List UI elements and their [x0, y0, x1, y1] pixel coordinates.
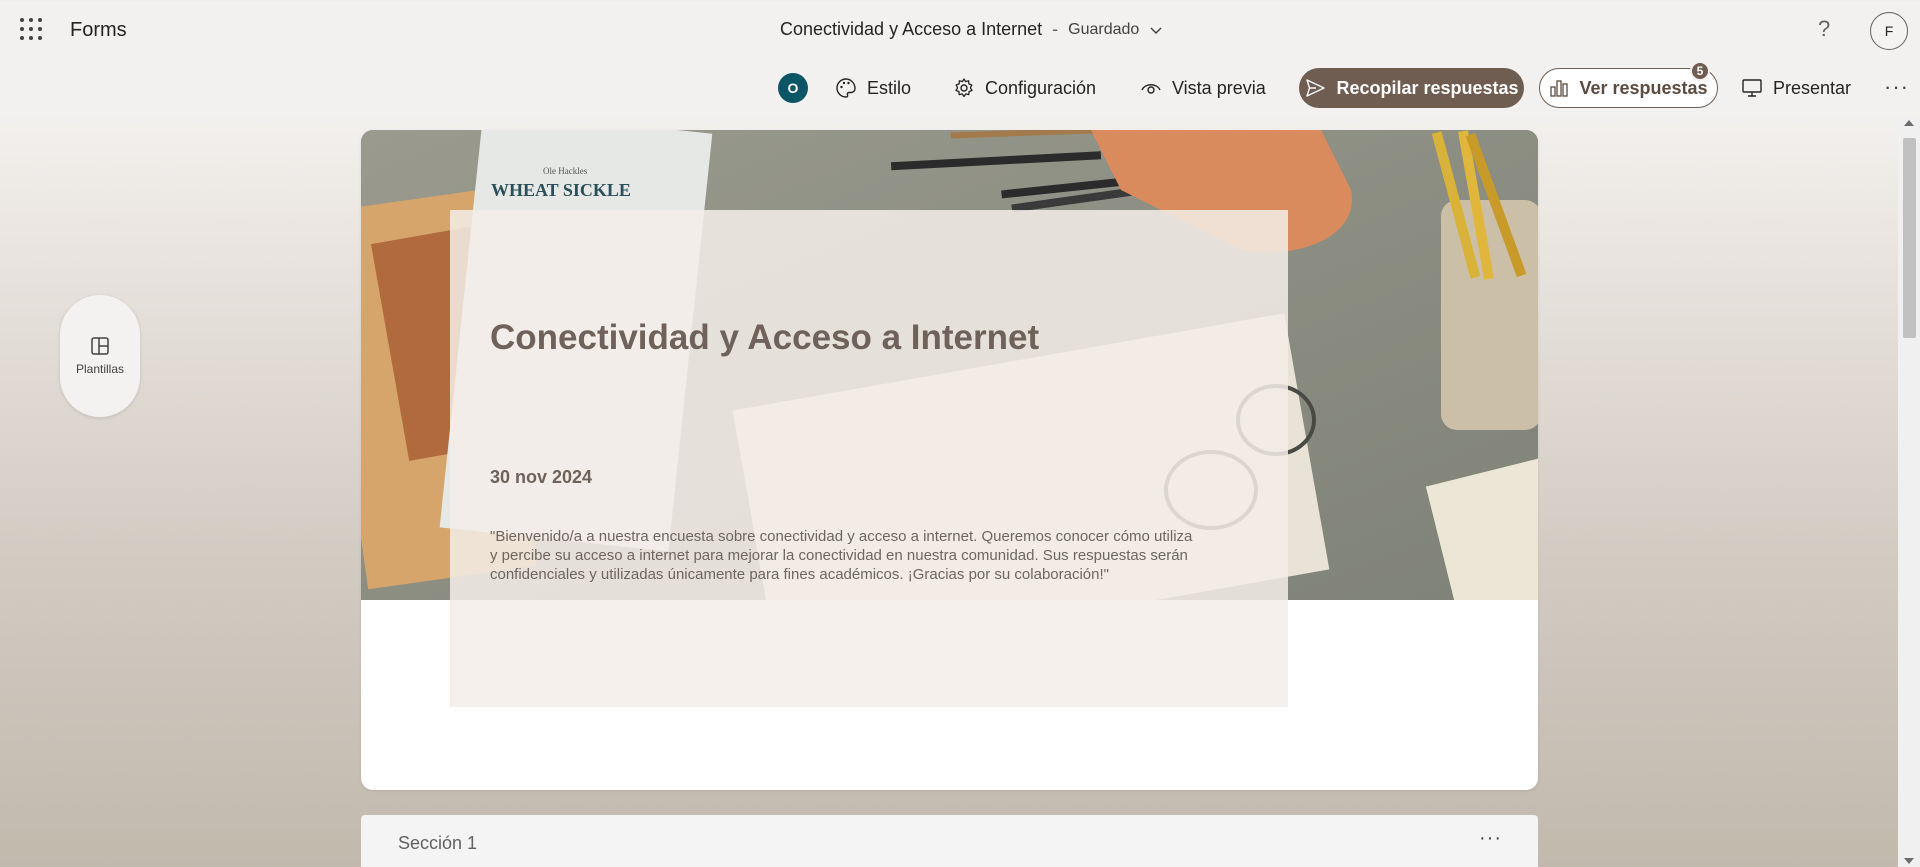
header-overlay — [450, 210, 1288, 707]
title-separator: - — [1052, 19, 1059, 39]
app-name[interactable]: Forms — [70, 19, 127, 42]
section-more-icon[interactable]: ··· — [1479, 827, 1502, 850]
scroll-up-icon[interactable] — [1904, 120, 1914, 126]
style-button[interactable]: Estilo — [835, 67, 911, 109]
chart-icon — [1550, 80, 1569, 97]
templates-label: Plantillas — [75, 362, 125, 376]
templates-button[interactable]: Plantillas — [60, 295, 140, 417]
form-date[interactable]: 30 nov 2024 — [490, 467, 592, 488]
user-avatar[interactable]: F — [1870, 12, 1908, 50]
present-label: Presentar — [1773, 77, 1852, 98]
document-title: Conectividad y Acceso a Internet — [780, 19, 1043, 39]
banner-book-author: Ole Hackles — [543, 166, 588, 176]
section-title: Sección 1 — [398, 833, 478, 853]
palette-icon — [836, 78, 856, 98]
chevron-down-icon — [1150, 26, 1162, 34]
document-title-menu[interactable]: Conectividad y Acceso a Internet - Guard… — [780, 19, 1163, 40]
more-options-icon[interactable]: ··· — [1884, 74, 1909, 100]
present-button[interactable]: Presentar — [1741, 67, 1851, 109]
monitor-icon — [1742, 79, 1762, 97]
view-responses-label: Ver respuestas — [1579, 77, 1708, 98]
page-scrollbar[interactable] — [1898, 117, 1920, 867]
waffle-icon[interactable] — [20, 18, 42, 40]
eye-icon — [1141, 84, 1161, 94]
send-icon — [1306, 79, 1326, 97]
settings-label: Configuración — [985, 77, 1097, 98]
banner-book-title: WHEAT SICKLE — [491, 180, 631, 200]
scroll-thumb[interactable] — [1903, 138, 1916, 338]
help-icon[interactable]: ? — [1818, 16, 1830, 42]
style-label: Estilo — [867, 77, 912, 98]
layout-icon — [91, 337, 109, 355]
preview-button[interactable]: Vista previa — [1140, 67, 1266, 109]
scroll-down-icon[interactable] — [1904, 858, 1914, 864]
preview-label: Vista previa — [1172, 77, 1266, 98]
form-description[interactable]: "Bienvenido/a a nuestra encuesta sobre c… — [490, 527, 1200, 584]
settings-button[interactable]: Configuración — [953, 67, 1096, 109]
responses-count-badge: 5 — [1690, 61, 1710, 81]
owner-avatar[interactable]: O — [778, 73, 808, 103]
save-status: Guardado — [1068, 20, 1140, 38]
form-title[interactable]: Conectividad y Acceso a Internet — [490, 318, 1039, 358]
top-bar: Forms Conectividad y Acceso a Internet -… — [0, 0, 1920, 60]
section-header[interactable]: Sección 1 ··· — [361, 815, 1538, 867]
form-header-card: Ole Hackles WHEAT SICKLE — [361, 130, 1538, 790]
collect-responses-label: Recopilar respuestas — [1336, 77, 1519, 98]
gear-icon — [955, 78, 973, 98]
collect-responses-button[interactable]: Recopilar respuestas — [1299, 68, 1524, 108]
